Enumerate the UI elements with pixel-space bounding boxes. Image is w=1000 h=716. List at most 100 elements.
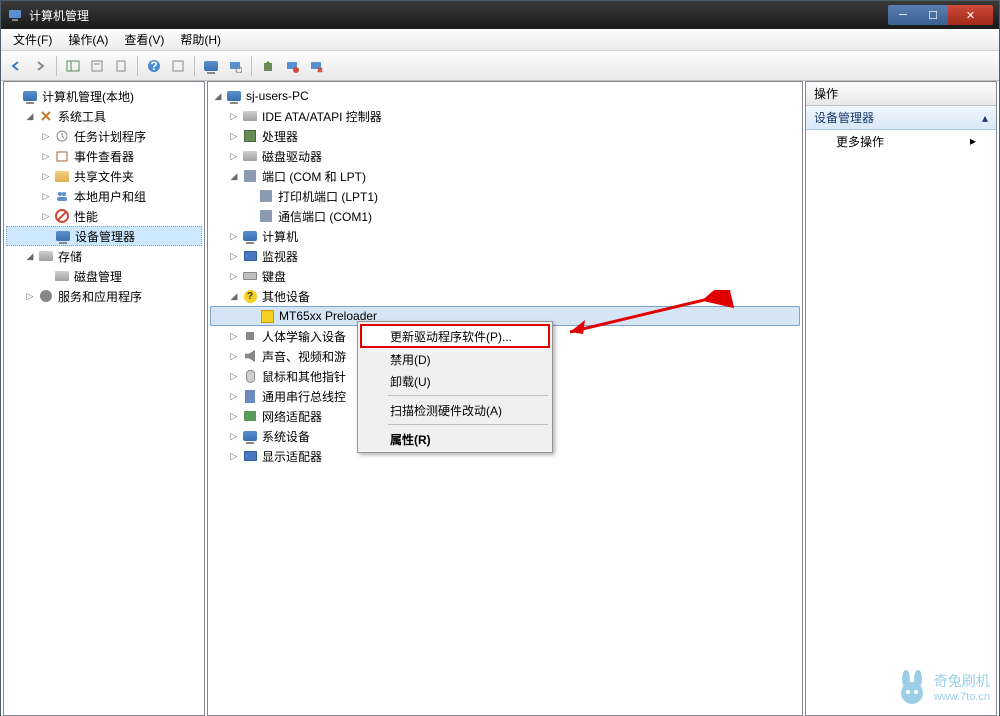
tree-root-local[interactable]: 计算机管理(本地) — [6, 86, 202, 106]
titlebar[interactable]: 计算机管理 ─ ☐ ✕ — [1, 1, 999, 29]
menu-action[interactable]: 操作(A) — [60, 29, 116, 50]
tree-local-users[interactable]: ▷本地用户和组 — [6, 186, 202, 206]
port-icon — [242, 168, 258, 184]
port-icon — [258, 188, 274, 204]
actions-subheader[interactable]: 设备管理器 ▴ — [806, 106, 996, 130]
device-keyboard[interactable]: ▷键盘 — [210, 266, 800, 286]
tree-system-tools[interactable]: ◢系统工具 — [6, 106, 202, 126]
device-printer-port[interactable]: 打印机端口 (LPT1) — [210, 186, 800, 206]
properties-button[interactable] — [86, 55, 108, 77]
tools-icon — [38, 108, 54, 124]
window-title: 计算机管理 — [29, 7, 888, 24]
performance-icon — [54, 208, 70, 224]
hid-icon — [242, 328, 258, 344]
update-driver-button[interactable] — [257, 55, 279, 77]
disk-icon — [54, 268, 70, 284]
back-button[interactable] — [5, 55, 27, 77]
ctx-disable[interactable]: 禁用(D) — [360, 348, 550, 370]
expand-icon[interactable]: ▷ — [40, 190, 52, 202]
tree-device-manager[interactable]: 设备管理器 — [6, 226, 202, 246]
computer-icon — [22, 88, 38, 104]
keyboard-icon — [242, 268, 258, 284]
close-button[interactable]: ✕ — [948, 5, 993, 25]
svg-text:?: ? — [150, 59, 157, 73]
tree-performance[interactable]: ▷性能 — [6, 206, 202, 226]
expand-icon[interactable]: ▷ — [228, 250, 240, 262]
collapse-icon[interactable]: ◢ — [212, 90, 224, 102]
actions-panel: 操作 设备管理器 ▴ 更多操作 ▸ — [805, 81, 997, 716]
show-hide-tree-button[interactable] — [62, 55, 84, 77]
tree-event-viewer[interactable]: ▷事件查看器 — [6, 146, 202, 166]
minimize-button[interactable]: ─ — [888, 5, 918, 25]
device-monitor[interactable]: ▷监视器 — [210, 246, 800, 266]
device-computer[interactable]: ▷计算机 — [210, 226, 800, 246]
menu-help[interactable]: 帮助(H) — [172, 29, 229, 50]
menu-file[interactable]: 文件(F) — [5, 29, 60, 50]
expand-icon[interactable]: ▷ — [228, 410, 240, 422]
export-button[interactable] — [110, 55, 132, 77]
tree-storage[interactable]: ◢存储 — [6, 246, 202, 266]
ctx-update-driver[interactable]: 更新驱动程序软件(P)... — [360, 324, 550, 348]
expand-icon[interactable]: ▷ — [228, 270, 240, 282]
expand-icon[interactable]: ▷ — [40, 130, 52, 142]
expand-icon[interactable]: ▷ — [40, 210, 52, 222]
expand-icon[interactable]: ▷ — [228, 370, 240, 382]
expand-icon[interactable]: ▷ — [40, 150, 52, 162]
expand-icon[interactable]: ▷ — [228, 130, 240, 142]
device-comm-port[interactable]: 通信端口 (COM1) — [210, 206, 800, 226]
tree-task-scheduler[interactable]: ▷任务计划程序 — [6, 126, 202, 146]
collapse-icon[interactable]: ◢ — [24, 110, 36, 122]
blank-icon — [41, 230, 53, 242]
expand-icon[interactable]: ▷ — [228, 110, 240, 122]
collapse-icon[interactable] — [8, 90, 20, 102]
clock-icon — [54, 128, 70, 144]
disable-button[interactable] — [305, 55, 327, 77]
computer-icon-button[interactable] — [200, 55, 222, 77]
expand-icon[interactable]: ▷ — [24, 290, 36, 302]
expand-icon[interactable]: ▷ — [228, 390, 240, 402]
computer-icon — [242, 228, 258, 244]
device-disk-drives[interactable]: ▷磁盘驱动器 — [210, 146, 800, 166]
device-ports[interactable]: ◢端口 (COM 和 LPT) — [210, 166, 800, 186]
view-button[interactable] — [167, 55, 189, 77]
device-root[interactable]: ◢sj-users-PC — [210, 86, 800, 106]
left-tree-panel: 计算机管理(本地) ◢系统工具 ▷任务计划程序 ▷事件查看器 ▷共享文件夹 ▷本… — [3, 81, 205, 716]
ctx-scan-hardware[interactable]: 扫描检测硬件改动(A) — [360, 399, 550, 421]
tree-services-apps[interactable]: ▷服务和应用程序 — [6, 286, 202, 306]
help-button[interactable]: ? — [143, 55, 165, 77]
tree-shared-folders[interactable]: ▷共享文件夹 — [6, 166, 202, 186]
collapse-icon[interactable]: ◢ — [228, 290, 240, 302]
uninstall-button[interactable] — [281, 55, 303, 77]
tree-disk-management[interactable]: 磁盘管理 — [6, 266, 202, 286]
action-more[interactable]: 更多操作 ▸ — [806, 130, 996, 152]
ctx-separator — [388, 395, 548, 396]
collapse-icon[interactable]: ◢ — [228, 170, 240, 182]
expand-icon[interactable]: ▷ — [40, 170, 52, 182]
expand-icon[interactable]: ▷ — [228, 230, 240, 242]
expand-icon[interactable]: ▷ — [228, 330, 240, 342]
ctx-uninstall[interactable]: 卸载(U) — [360, 370, 550, 392]
folder-shared-icon — [54, 168, 70, 184]
expand-icon[interactable]: ▷ — [228, 450, 240, 462]
collapse-icon[interactable]: ◢ — [24, 250, 36, 262]
toolbar-separator — [251, 56, 252, 76]
maximize-button[interactable]: ☐ — [918, 5, 948, 25]
context-menu: 更新驱动程序软件(P)... 禁用(D) 卸载(U) 扫描检测硬件改动(A) 属… — [357, 321, 553, 453]
expand-arrow-icon: ▸ — [970, 134, 976, 148]
actions-header: 操作 — [806, 82, 996, 106]
sound-icon — [242, 348, 258, 364]
menu-view[interactable]: 查看(V) — [116, 29, 172, 50]
device-other[interactable]: ◢?其他设备 — [210, 286, 800, 306]
expand-icon[interactable]: ▷ — [228, 350, 240, 362]
console-tree: 计算机管理(本地) ◢系统工具 ▷任务计划程序 ▷事件查看器 ▷共享文件夹 ▷本… — [4, 82, 204, 310]
forward-button[interactable] — [29, 55, 51, 77]
expand-icon[interactable]: ▷ — [228, 430, 240, 442]
blank-icon — [245, 310, 257, 322]
ctx-properties[interactable]: 属性(R) — [360, 428, 550, 450]
disk-icon — [242, 148, 258, 164]
device-ide[interactable]: ▷IDE ATA/ATAPI 控制器 — [210, 106, 800, 126]
expand-icon[interactable]: ▷ — [228, 150, 240, 162]
device-processor[interactable]: ▷处理器 — [210, 126, 800, 146]
scan-hardware-button[interactable] — [224, 55, 246, 77]
services-icon — [38, 288, 54, 304]
